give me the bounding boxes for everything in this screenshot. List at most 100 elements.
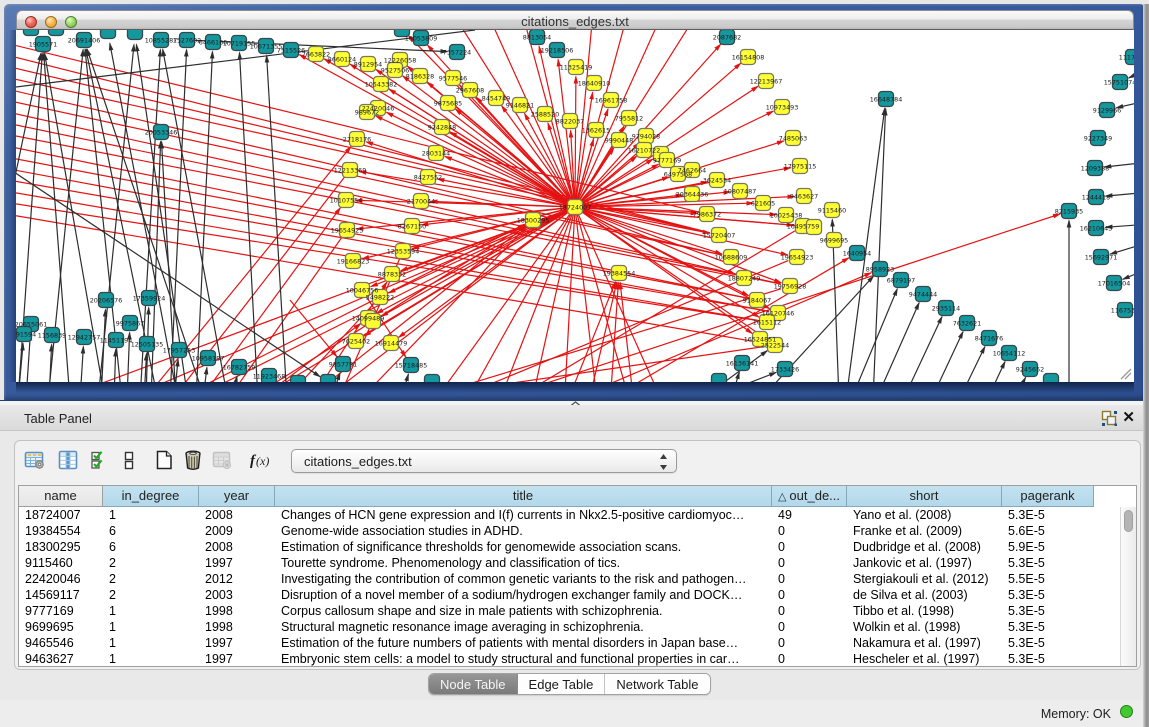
column-header-pagerank[interactable]: pagerank [1002,486,1094,507]
table-cell: 9699695 [19,619,103,635]
new-column-button[interactable] [152,449,176,475]
table-cell: 0 [772,571,847,587]
tab-node-table[interactable]: Node Table [429,674,518,694]
graph-node-teal[interactable] [49,30,64,36]
graph-node-label: 2803144 [422,149,450,157]
graph-node-teal[interactable] [1044,374,1059,383]
tab-network-table[interactable]: Network Table [605,674,709,694]
graph-node-label: 8267150 [398,222,426,230]
graph-node-teal[interactable] [425,375,440,383]
graph-node-label: 19218506 [541,46,574,54]
table-cell: 2008 [199,539,275,555]
column-header-title[interactable]: title [275,486,772,507]
delete-table-button[interactable] [210,449,234,475]
table-row[interactable]: 946362711997Embryonic stem cells: a mode… [19,651,1137,667]
window-frame-shade [16,382,1134,393]
resize-grip-icon[interactable] [1118,366,1132,380]
show-columns-icon [57,449,79,471]
column-header-in_degree[interactable]: in_degree [103,486,199,507]
table-cell: 5.3E-5 [1002,555,1094,571]
table-row[interactable]: 969969511998Structural magnetic resonanc… [19,619,1137,635]
table-cell: 9115460 [19,555,103,571]
table-cell: 0 [772,651,847,667]
column-header-name[interactable]: name [19,486,103,507]
graph-node-teal[interactable] [101,30,116,39]
table-row[interactable]: 2242004622012Investigating the contribut… [19,571,1137,587]
table-row[interactable]: 1456911722003Disruption of a novel membe… [19,587,1137,603]
graph-node-teal[interactable] [321,375,336,383]
table-cell: 2008 [199,507,275,523]
table-row[interactable]: 977716911998Corpus callosum shape and si… [19,603,1137,619]
column-header-short[interactable]: short [847,486,1002,507]
graph-node-label: 15751074 [1104,78,1134,86]
float-panel-button[interactable] [1101,410,1118,427]
black-edge [80,347,83,383]
graph-node-label: 14099489 [352,314,385,322]
graph-node-teal[interactable] [128,30,143,40]
close-panel-button[interactable]: ✕ [1122,408,1135,426]
network-view-window[interactable]: citations_edges.txt 19055712069140610855… [4,4,1145,400]
table-vertical-scrollbar[interactable] [1120,507,1136,666]
row-height-button[interactable] [117,449,141,475]
graph-node-teal[interactable] [24,30,39,36]
graph-node-label: 16120746 [762,309,795,317]
table-row[interactable]: 946554611997Estimation of the future num… [19,635,1137,651]
delete-column-button[interactable] [181,449,205,475]
graph-node-label: 1905571 [29,40,57,48]
graph-node-label: 7632621 [953,319,981,327]
table-cell: Franke et al. (2009) [847,523,1002,539]
combo-stepper[interactable] [659,452,668,472]
black-edge [876,303,919,382]
graph-node-label: 8471676 [975,334,1003,342]
graph-node-label: 1527602 [173,36,201,44]
graph-node-label: 16136141 [726,359,759,367]
network-canvas[interactable]: 1905571206914061085528715276026466160107… [16,30,1134,382]
table-row[interactable]: 1938455462009Genome-wide association stu… [19,523,1137,539]
graph-node-label: 16154808 [732,53,765,61]
table-cell: Hescheler et al. (1997) [847,651,1002,667]
float-panel-icon[interactable] [1101,410,1118,427]
canvas-resize-grip[interactable] [1118,366,1132,380]
graph-node-label: 16961758 [595,96,628,104]
graph-node-label: 12942757 [68,333,101,341]
table-cell: 1 [103,507,199,523]
graph-node-label: 12213369 [334,166,367,174]
black-edge [267,56,287,383]
table-cell: 5.3E-5 [1002,635,1094,651]
graph-node-label: 2522544 [761,341,789,349]
graph-node-label: 12505135 [131,340,164,348]
column-header-year[interactable]: year [199,486,275,507]
graph-node-label: 12353594 [387,247,420,255]
table-cell: 19384554 [19,523,103,539]
black-edge [114,350,116,383]
select-columns-button[interactable] [87,449,111,475]
table-row[interactable]: 911546021997Tourette syndrome. Phenomeno… [19,555,1137,571]
show-columns-button[interactable] [56,449,80,475]
window-title-bar[interactable]: citations_edges.txt [16,10,1134,30]
row-height-icon [122,449,136,471]
tab-edge-table[interactable]: Edge Table [518,674,606,694]
graph-node-label: 9990448 [605,136,633,144]
function-builder-button[interactable]: f (x) [249,449,273,475]
column-header-out_de[interactable]: △out_de... [772,486,847,507]
graph-node-label: 16782759 [223,363,256,371]
table-cell: 5.9E-5 [1002,539,1094,555]
red-edge [600,258,849,382]
memory-ok-indicator [1120,705,1133,718]
table-toolbar: f (x) citations_edges.txt [19,447,1119,479]
table-row[interactable]: 1830029562008Estimation of significance … [19,539,1137,555]
table-row[interactable]: 1872400712008Changes of HCN gene express… [19,507,1137,523]
graph-node-label: 10107554 [330,196,363,204]
column-header-label: year [224,488,249,503]
table-cell: Disruption of a novel member of a sodium… [275,587,772,603]
table-settings-button[interactable] [23,449,47,475]
graph-node-teal[interactable] [712,374,727,383]
table-cell: 9465546 [19,635,103,651]
panel-title: Table Panel [24,411,92,426]
window-frame-shade-left [9,30,16,382]
graph-node-label: 8427552 [414,173,442,181]
scrollbar-thumb[interactable] [1124,510,1133,532]
graph-node-label: 8660124 [328,55,356,63]
graph-node-label: 7625402 [342,337,370,345]
table-select-dropdown[interactable]: citations_edges.txt [291,449,677,473]
